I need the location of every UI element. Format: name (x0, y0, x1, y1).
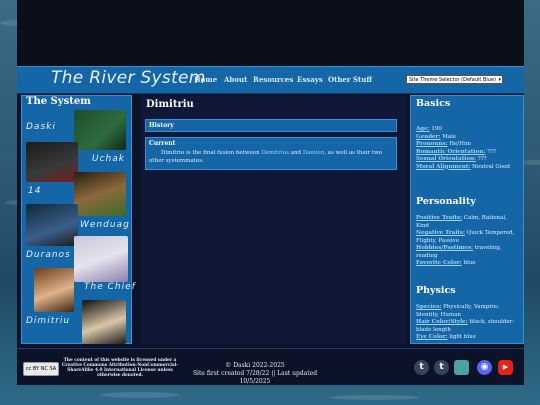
member-portrait-duranos[interactable] (74, 236, 128, 282)
current-text-and: and (290, 150, 302, 156)
toyhouse-icon[interactable] (454, 360, 469, 375)
sidebar-title: The System (26, 96, 91, 107)
member-name-wenduag[interactable]: Wenduag (80, 220, 130, 230)
member-name-dimitriu[interactable]: Dimitriu (26, 316, 70, 326)
info-row-moral: Moral Alignment: Neutral Good (416, 164, 520, 172)
copyright-block: © Daski 2022-2025 Site first created 7/2… (187, 362, 323, 386)
basics-list: Age: 190 Gender: Male Pronouns: He/Him R… (416, 126, 520, 171)
info-row-gender: Gender: Male (416, 134, 520, 142)
member-portrait-uchak[interactable] (26, 142, 78, 182)
member-portrait-dimitriu[interactable] (82, 300, 126, 344)
hair-label: Hair Color/Style: (416, 319, 468, 325)
theme-selector[interactable]: Site Theme Selector (Default Blue) ▾ (406, 75, 503, 84)
site-dates: Site first created 7/28/22 || Last updat… (192, 370, 318, 385)
history-label: History (149, 122, 174, 129)
background-wave (100, 392, 180, 398)
current-section: Current Dimitriu is the final fusion bet… (145, 137, 397, 170)
chevron-down-icon: ▾ (498, 77, 501, 83)
moral-value: Neutral Good (472, 163, 510, 170)
physics-list: Species: Physically, Vampire; Identity, … (416, 304, 520, 342)
personality-list: Positive Traits: Calm, Rational, Kind Ne… (416, 215, 520, 268)
member-portrait-the-chief[interactable] (34, 268, 74, 312)
current-label: Current (149, 140, 176, 147)
color-label: Favorite Color: (416, 260, 462, 266)
species-label: Species: (416, 304, 442, 310)
age-label: Age: (416, 126, 430, 132)
info-row-sexual: Sexual Orientation: ??? (416, 156, 520, 164)
eye-label: Eye Color: (416, 334, 448, 340)
nav-resources[interactable]: Resources (253, 75, 293, 84)
current-text-before: Dimitriu is the final fusion between (161, 150, 260, 156)
tumblr-icon[interactable]: t (414, 360, 429, 375)
nav-essays[interactable]: Essays (297, 75, 323, 84)
creative-commons-badge[interactable]: cc BY NC SA (23, 362, 59, 376)
page-title: Dimitriu (146, 99, 194, 110)
main-content: Dimitriu History Current Dimitriu is the… (141, 95, 407, 344)
member-name-duranos[interactable]: Duranos (26, 250, 71, 260)
info-sidebar: Basics Age: 190 Gender: Male Pronouns: H… (410, 95, 524, 344)
color-value: blue (463, 260, 476, 266)
info-row-species: Species: Physically, Vampire; Identity, … (416, 304, 520, 319)
history-section-header[interactable]: History (145, 119, 397, 132)
negative-label: Negative Traits: (416, 230, 466, 236)
copyright-text: © Daski 2022-2025 (225, 362, 285, 369)
gender-label: Gender: (416, 133, 441, 140)
hobbies-label: Hobbies/Pastimes: (416, 245, 473, 251)
member-name-daski[interactable]: Daski (26, 122, 56, 132)
info-row-color: Favorite Color: blue (416, 260, 520, 268)
member-portrait-daski[interactable] (74, 110, 126, 150)
eye-value: light blue (449, 334, 476, 340)
link-demitrius[interactable]: Demitrius (261, 150, 289, 156)
info-row-positive: Positive Traits: Calm, Rational, Kind (416, 215, 520, 230)
info-row-hobbies: Hobbies/Pastimes: traveling, reading (416, 245, 520, 260)
nav-other-stuff[interactable]: Other Stuff (328, 75, 372, 84)
system-sidebar: The System Daski Uchak 14 Wenduag Durano… (21, 95, 135, 344)
nav-home[interactable]: Home (194, 75, 217, 84)
pronouns-label: Pronouns: (416, 141, 448, 147)
theme-selector-value: Site Theme Selector (Default Blue) (409, 77, 496, 83)
personality-heading: Personality (416, 196, 476, 207)
romantic-label: Romantic Orientation: (416, 148, 486, 155)
info-row-pronouns: Pronouns: He/Him (416, 141, 520, 149)
nav-about[interactable]: About (224, 75, 247, 84)
age-value: 190 (431, 126, 442, 132)
gender-value: Male (442, 133, 457, 140)
sexual-value: ??? (477, 156, 487, 162)
background-wave (330, 395, 420, 400)
info-row-hair: Hair Color/Style: black, shoulder-blade … (416, 319, 520, 334)
info-row-romantic: Romantic Orientation: ??? (416, 149, 520, 157)
link-damien[interactable]: Damien (303, 150, 324, 156)
site-title[interactable]: The River System (51, 68, 206, 88)
member-name-the-chief[interactable]: The Chief (84, 282, 136, 292)
member-portrait-wenduag[interactable] (26, 204, 78, 246)
page-wrapper: The River System Home About Resources Es… (17, 0, 524, 385)
physics-heading: Physics (416, 285, 456, 296)
romantic-value: ??? (486, 148, 496, 155)
info-row-age: Age: 190 (416, 126, 520, 134)
member-name-14[interactable]: 14 (28, 186, 41, 196)
pronouns-value: He/Him (449, 141, 471, 147)
member-name-uchak[interactable]: Uchak (92, 154, 125, 164)
basics-heading: Basics (416, 98, 451, 109)
youtube-icon[interactable]: ▶ (498, 360, 513, 375)
sexual-label: Sexual Orientation: (416, 156, 477, 162)
current-description: Dimitriu is the final fusion between Dem… (149, 149, 393, 165)
info-row-negative: Negative Traits: Quick Tempered, Flighty… (416, 230, 520, 245)
positive-label: Positive Traits: (416, 215, 462, 221)
tumblr-icon[interactable]: t (434, 360, 449, 375)
discord-icon[interactable]: ◉ (477, 360, 492, 375)
moral-label: Moral Alignment: (416, 163, 471, 170)
footer: cc BY NC SA The content of this website … (17, 348, 524, 385)
license-text[interactable]: The content of this website is licensed … (61, 358, 179, 378)
header-banner (17, 0, 524, 66)
member-portrait-14[interactable] (74, 172, 126, 216)
info-row-eye: Eye Color: light blue (416, 334, 520, 342)
navigation-bar: The River System Home About Resources Es… (17, 66, 524, 94)
